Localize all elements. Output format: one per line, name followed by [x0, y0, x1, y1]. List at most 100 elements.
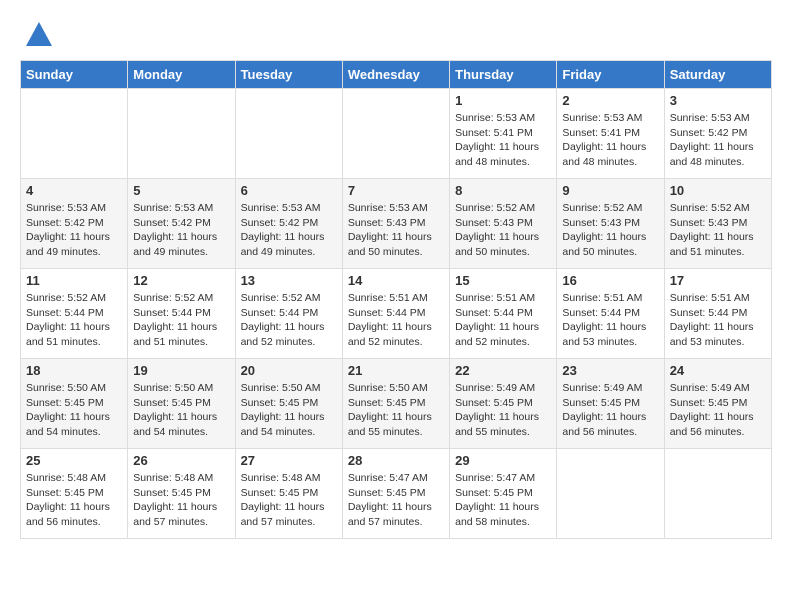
day-number: 16 — [562, 273, 658, 288]
day-info: Sunrise: 5:50 AM Sunset: 5:45 PM Dayligh… — [348, 381, 444, 440]
day-number: 1 — [455, 93, 551, 108]
day-info: Sunrise: 5:50 AM Sunset: 5:45 PM Dayligh… — [241, 381, 337, 440]
header-cell-tuesday: Tuesday — [235, 61, 342, 89]
day-info: Sunrise: 5:50 AM Sunset: 5:45 PM Dayligh… — [26, 381, 122, 440]
day-cell: 20 Sunrise: 5:50 AM Sunset: 5:45 PM Dayli… — [235, 359, 342, 449]
day-info: Sunrise: 5:53 AM Sunset: 5:42 PM Dayligh… — [670, 111, 766, 170]
day-info: Sunrise: 5:52 AM Sunset: 5:43 PM Dayligh… — [455, 201, 551, 260]
day-cell: 2 Sunrise: 5:53 AM Sunset: 5:41 PM Daylig… — [557, 89, 664, 179]
header-cell-thursday: Thursday — [450, 61, 557, 89]
day-info: Sunrise: 5:49 AM Sunset: 5:45 PM Dayligh… — [670, 381, 766, 440]
week-row-4: 18 Sunrise: 5:50 AM Sunset: 5:45 PM Dayli… — [21, 359, 772, 449]
day-number: 2 — [562, 93, 658, 108]
logo — [20, 20, 54, 50]
week-row-3: 11 Sunrise: 5:52 AM Sunset: 5:44 PM Dayli… — [21, 269, 772, 359]
day-info: Sunrise: 5:47 AM Sunset: 5:45 PM Dayligh… — [348, 471, 444, 530]
day-info: Sunrise: 5:53 AM Sunset: 5:42 PM Dayligh… — [133, 201, 229, 260]
day-cell: 1 Sunrise: 5:53 AM Sunset: 5:41 PM Daylig… — [450, 89, 557, 179]
day-number: 21 — [348, 363, 444, 378]
day-cell — [21, 89, 128, 179]
week-row-2: 4 Sunrise: 5:53 AM Sunset: 5:42 PM Daylig… — [21, 179, 772, 269]
day-info: Sunrise: 5:51 AM Sunset: 5:44 PM Dayligh… — [455, 291, 551, 350]
day-cell — [342, 89, 449, 179]
day-cell: 25 Sunrise: 5:48 AM Sunset: 5:45 PM Dayli… — [21, 449, 128, 539]
day-cell: 7 Sunrise: 5:53 AM Sunset: 5:43 PM Daylig… — [342, 179, 449, 269]
day-cell: 22 Sunrise: 5:49 AM Sunset: 5:45 PM Dayli… — [450, 359, 557, 449]
day-info: Sunrise: 5:49 AM Sunset: 5:45 PM Dayligh… — [455, 381, 551, 440]
day-number: 14 — [348, 273, 444, 288]
day-info: Sunrise: 5:53 AM Sunset: 5:43 PM Dayligh… — [348, 201, 444, 260]
day-cell: 10 Sunrise: 5:52 AM Sunset: 5:43 PM Dayli… — [664, 179, 771, 269]
day-cell: 21 Sunrise: 5:50 AM Sunset: 5:45 PM Dayli… — [342, 359, 449, 449]
day-number: 8 — [455, 183, 551, 198]
day-cell: 16 Sunrise: 5:51 AM Sunset: 5:44 PM Dayli… — [557, 269, 664, 359]
day-cell: 12Sunrise: 5:52 AM Sunset: 5:44 PM Dayli… — [128, 269, 235, 359]
calendar-body: 1 Sunrise: 5:53 AM Sunset: 5:41 PM Daylig… — [21, 89, 772, 539]
day-number: 24 — [670, 363, 766, 378]
week-row-5: 25 Sunrise: 5:48 AM Sunset: 5:45 PM Dayli… — [21, 449, 772, 539]
day-info: Sunrise: 5:48 AM Sunset: 5:45 PM Dayligh… — [26, 471, 122, 530]
day-cell: 28 Sunrise: 5:47 AM Sunset: 5:45 PM Dayli… — [342, 449, 449, 539]
day-cell — [235, 89, 342, 179]
day-cell: 14 Sunrise: 5:51 AM Sunset: 5:44 PM Dayli… — [342, 269, 449, 359]
day-number: 7 — [348, 183, 444, 198]
day-info: Sunrise: 5:53 AM Sunset: 5:42 PM Dayligh… — [26, 201, 122, 260]
week-row-1: 1 Sunrise: 5:53 AM Sunset: 5:41 PM Daylig… — [21, 89, 772, 179]
day-info: Sunrise: 5:51 AM Sunset: 5:44 PM Dayligh… — [670, 291, 766, 350]
day-number: 26 — [133, 453, 229, 468]
day-info: Sunrise: 5:52 AM Sunset: 5:44 PM Dayligh… — [241, 291, 337, 350]
day-cell: 26 Sunrise: 5:48 AM Sunset: 5:45 PM Dayli… — [128, 449, 235, 539]
day-info: Sunrise: 5:53 AM Sunset: 5:41 PM Dayligh… — [455, 111, 551, 170]
day-number: 18 — [26, 363, 122, 378]
day-cell: 18 Sunrise: 5:50 AM Sunset: 5:45 PM Dayli… — [21, 359, 128, 449]
day-number: 10 — [670, 183, 766, 198]
day-info: Sunrise: 5:50 AM Sunset: 5:45 PM Dayligh… — [133, 381, 229, 440]
day-cell: 29 Sunrise: 5:47 AM Sunset: 5:45 PM Dayli… — [450, 449, 557, 539]
day-cell: 19 Sunrise: 5:50 AM Sunset: 5:45 PM Dayli… — [128, 359, 235, 449]
day-info: Sunrise: 5:52 AM Sunset: 5:43 PM Dayligh… — [562, 201, 658, 260]
day-info: Sunrise: 5:51 AM Sunset: 5:44 PM Dayligh… — [562, 291, 658, 350]
day-info: Sunrise: 5:51 AM Sunset: 5:44 PM Dayligh… — [348, 291, 444, 350]
day-cell — [664, 449, 771, 539]
day-number: 28 — [348, 453, 444, 468]
day-number: 23 — [562, 363, 658, 378]
day-number: 13 — [241, 273, 337, 288]
day-info: Sunrise: 5:47 AM Sunset: 5:45 PM Dayligh… — [455, 471, 551, 530]
day-info: Sunrise: 5:53 AM Sunset: 5:42 PM Dayligh… — [241, 201, 337, 260]
day-number: 3 — [670, 93, 766, 108]
header-cell-friday: Friday — [557, 61, 664, 89]
day-info: Sunrise: 5:48 AM Sunset: 5:45 PM Dayligh… — [241, 471, 337, 530]
day-number: 4 — [26, 183, 122, 198]
day-info: Sunrise: 5:53 AM Sunset: 5:41 PM Dayligh… — [562, 111, 658, 170]
day-info: Sunrise: 5:52 AM Sunset: 5:43 PM Dayligh… — [670, 201, 766, 260]
day-number: 20 — [241, 363, 337, 378]
day-number: 5 — [133, 183, 229, 198]
day-number: 27 — [241, 453, 337, 468]
day-cell: 15 Sunrise: 5:51 AM Sunset: 5:44 PM Dayli… — [450, 269, 557, 359]
header-cell-monday: Monday — [128, 61, 235, 89]
calendar-header: SundayMondayTuesdayWednesdayThursdayFrid… — [21, 61, 772, 89]
page-header — [20, 20, 772, 50]
day-cell: 8 Sunrise: 5:52 AM Sunset: 5:43 PM Daylig… — [450, 179, 557, 269]
day-info: Sunrise: 5:49 AM Sunset: 5:45 PM Dayligh… — [562, 381, 658, 440]
day-cell — [128, 89, 235, 179]
day-number: 22 — [455, 363, 551, 378]
day-cell: 24 Sunrise: 5:49 AM Sunset: 5:45 PM Dayli… — [664, 359, 771, 449]
day-cell — [557, 449, 664, 539]
day-cell: 27 Sunrise: 5:48 AM Sunset: 5:45 PM Dayli… — [235, 449, 342, 539]
day-number: 11 — [26, 273, 122, 288]
day-cell: 5 Sunrise: 5:53 AM Sunset: 5:42 PM Daylig… — [128, 179, 235, 269]
header-row: SundayMondayTuesdayWednesdayThursdayFrid… — [21, 61, 772, 89]
day-cell: 9Sunrise: 5:52 AM Sunset: 5:43 PM Daylig… — [557, 179, 664, 269]
day-info: Sunrise: 5:52 AM Sunset: 5:44 PM Dayligh… — [133, 291, 229, 350]
header-cell-saturday: Saturday — [664, 61, 771, 89]
day-cell: 4 Sunrise: 5:53 AM Sunset: 5:42 PM Daylig… — [21, 179, 128, 269]
day-info: Sunrise: 5:48 AM Sunset: 5:45 PM Dayligh… — [133, 471, 229, 530]
day-number: 15 — [455, 273, 551, 288]
calendar-table: SundayMondayTuesdayWednesdayThursdayFrid… — [20, 60, 772, 539]
day-number: 25 — [26, 453, 122, 468]
day-cell: 13 Sunrise: 5:52 AM Sunset: 5:44 PM Dayli… — [235, 269, 342, 359]
day-number: 29 — [455, 453, 551, 468]
header-cell-sunday: Sunday — [21, 61, 128, 89]
day-number: 19 — [133, 363, 229, 378]
